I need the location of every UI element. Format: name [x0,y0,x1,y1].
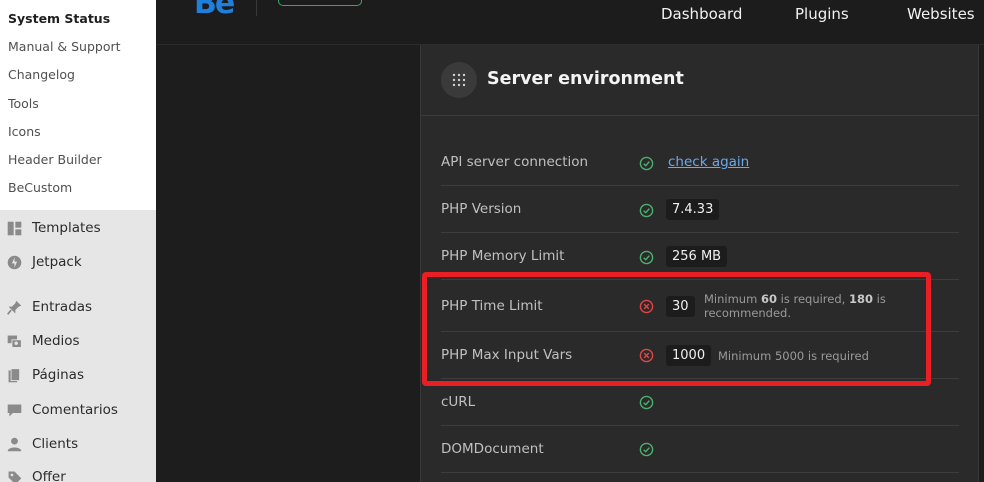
env-row-curl: cURL [441,379,959,426]
highlight-annotation-box [422,272,931,386]
sidebar-item-entradas[interactable]: Entradas [0,292,156,322]
clients-icon [5,435,23,453]
sidebar-item-jetpack[interactable]: Jetpack [0,247,156,277]
sidebar-item-label: Medios [32,333,80,349]
check-circle-icon [639,442,654,457]
grid-dots-icon [441,62,477,98]
logo-divider [256,0,257,16]
check-circle-icon [639,250,654,265]
env-row-value: 7.4.33 [666,199,720,220]
env-row-value: 256 MB [666,246,728,267]
env-row-php-version: PHP Version 7.4.33 [441,186,959,233]
sidebar-item-comentarios[interactable]: Comentarios [0,395,156,425]
env-row-label: PHP Memory Limit [441,248,565,264]
sidebar-item-label: Offer [32,469,66,482]
submenu-item-manual-support[interactable]: Manual & Support [0,37,156,65]
env-row-label: API server connection [441,154,589,170]
panel-header: Server environment [421,45,978,116]
templates-icon [5,219,23,237]
submenu-item-header-builder[interactable]: Header Builder [0,150,156,178]
submenu-item-icons[interactable]: Icons [0,122,156,150]
version-badge [278,0,362,6]
env-row-label: PHP Version [441,201,522,217]
check-circle-icon [639,203,654,218]
env-row-api-server: API server connection check again [441,139,959,186]
sidebar-item-label: Clients [32,436,79,452]
betheme-logo[interactable]: Be [194,0,235,21]
comments-icon [5,401,23,419]
check-circle-icon [639,395,654,410]
pin-icon [5,298,23,316]
sidebar-item-medios[interactable]: Medios [0,326,156,356]
server-environment-panel: Server environment API server connection… [420,45,979,482]
jetpack-icon [5,253,23,271]
submenu-item-system-status[interactable]: System Status [0,9,156,37]
env-row-label: cURL [441,394,476,410]
theme-submenu: System Status Manual & Support Changelog… [0,0,156,210]
sidebar-item-label: Comentarios [32,402,118,418]
submenu-item-tools[interactable]: Tools [0,94,156,122]
sidebar-item-label: Entradas [32,299,93,315]
sidebar-item-clients[interactable]: Clients [0,429,156,459]
env-row-domdocument: DOMDocument [441,426,959,473]
admin-sidebar: System Status Manual & Support Changelog… [0,0,156,482]
check-again-link[interactable]: check again [668,154,749,170]
submenu-item-changelog[interactable]: Changelog [0,65,156,93]
env-row-label: DOMDocument [441,441,544,457]
sidebar-item-label: Páginas [32,367,84,383]
media-icon [5,332,23,350]
check-circle-icon [639,156,654,171]
top-bar: Be Dashboard Plugins Websites [156,0,984,45]
pages-icon [5,366,23,384]
nav-dashboard[interactable]: Dashboard [661,5,742,23]
sidebar-item-templates[interactable]: Templates [0,213,156,243]
sidebar-item-paginas[interactable]: Páginas [0,360,156,390]
nav-websites[interactable]: Websites [907,5,975,23]
nav-plugins[interactable]: Plugins [795,5,849,23]
offer-icon [5,468,23,482]
sidebar-item-offer[interactable]: Offer [0,462,156,482]
sidebar-item-label: Jetpack [32,254,82,270]
sidebar-item-label: Templates [32,220,101,236]
submenu-item-becustom[interactable]: BeCustom [0,178,156,206]
panel-title: Server environment [487,69,684,89]
